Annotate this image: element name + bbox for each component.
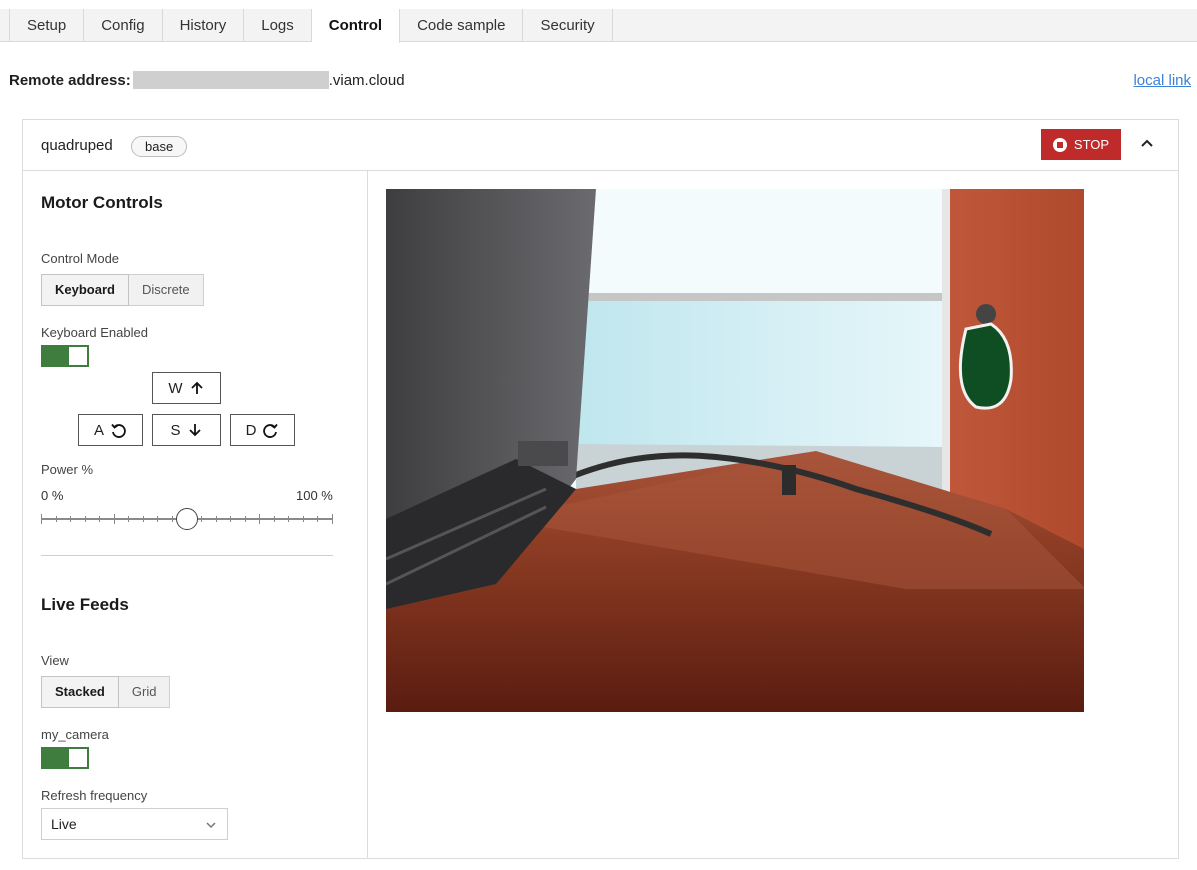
remote-address-suffix: .viam.cloud (328, 71, 405, 89)
view-grid-button[interactable]: Grid (118, 676, 171, 708)
key-w-label: W (168, 379, 183, 397)
key-s-button[interactable]: S (152, 414, 221, 446)
arrow-up-icon (190, 381, 203, 394)
key-w-button[interactable]: W (152, 372, 221, 404)
tab-bar: Setup Config History Logs Control Code s… (0, 9, 1197, 43)
keyboard-enabled-toggle[interactable] (41, 345, 89, 367)
view-stacked-button[interactable]: Stacked (41, 676, 119, 708)
component-card: quadruped base STOP Motor Controls Contr… (22, 119, 1179, 859)
control-mode-selector: Keyboard Discrete (41, 274, 204, 306)
control-panel: Motor Controls Control Mode Keyboard Dis… (23, 171, 368, 859)
power-max-label: 100 % (296, 488, 333, 503)
slider-thumb[interactable] (176, 508, 198, 530)
mode-discrete-button[interactable]: Discrete (128, 274, 204, 306)
view-label: View (41, 653, 69, 668)
chevron-down-icon (206, 822, 216, 829)
refresh-frequency-label: Refresh frequency (41, 788, 148, 803)
camera-feed-image (386, 189, 1084, 712)
view-selector: Stacked Grid (41, 676, 171, 708)
local-link[interactable]: local link (1133, 72, 1191, 89)
tab-config[interactable]: Config (84, 9, 163, 42)
camera-feed (386, 189, 1084, 712)
key-s-label: S (170, 421, 181, 439)
key-a-label: A (93, 421, 104, 439)
tab-setup[interactable]: Setup (9, 9, 85, 42)
remote-address-label: Remote address: (9, 71, 131, 89)
arrow-down-icon (188, 424, 201, 437)
camera-name-label: my_camera (41, 727, 109, 742)
power-label: Power % (41, 462, 94, 477)
power-min-label: 0 % (41, 488, 64, 503)
stop-icon (1052, 137, 1067, 152)
motor-controls-title: Motor Controls (41, 193, 163, 212)
card-header: quadruped base STOP (23, 120, 1178, 171)
tabs: Setup Config History Logs Control Code s… (9, 9, 613, 43)
stop-button-label: STOP (1073, 137, 1110, 152)
key-d-button[interactable]: D (230, 414, 295, 446)
stop-button[interactable]: STOP (1041, 129, 1121, 160)
remote-address: Remote address: .viam.cloud (9, 71, 405, 89)
collapse-button[interactable] (1137, 134, 1157, 154)
toggle-knob (69, 347, 87, 365)
tab-control[interactable]: Control (311, 9, 401, 43)
tab-logs[interactable]: Logs (244, 9, 312, 42)
live-feeds-title: Live Feeds (41, 595, 129, 614)
key-d-label: D (245, 421, 257, 439)
tab-security[interactable]: Security (523, 9, 613, 42)
section-divider (41, 555, 333, 556)
toggle-knob (69, 749, 87, 767)
tab-code-sample[interactable]: Code sample (400, 9, 524, 42)
refresh-frequency-value: Live (51, 816, 77, 832)
camera-enabled-toggle[interactable] (41, 747, 89, 769)
control-mode-label: Control Mode (41, 251, 120, 266)
rotate-right-icon (263, 423, 279, 438)
refresh-frequency-select[interactable]: Live (41, 808, 228, 840)
mode-keyboard-button[interactable]: Keyboard (41, 274, 129, 306)
component-name: quadruped (41, 137, 113, 154)
redacted-hostname (132, 71, 329, 89)
component-type-badge: base (131, 136, 188, 157)
chevron-up-icon (1141, 139, 1153, 147)
tab-history[interactable]: History (163, 9, 245, 42)
key-a-button[interactable]: A (78, 414, 143, 446)
power-slider[interactable] (41, 508, 333, 539)
keyboard-enabled-label: Keyboard Enabled (41, 325, 148, 340)
rotate-left-icon (111, 423, 126, 438)
